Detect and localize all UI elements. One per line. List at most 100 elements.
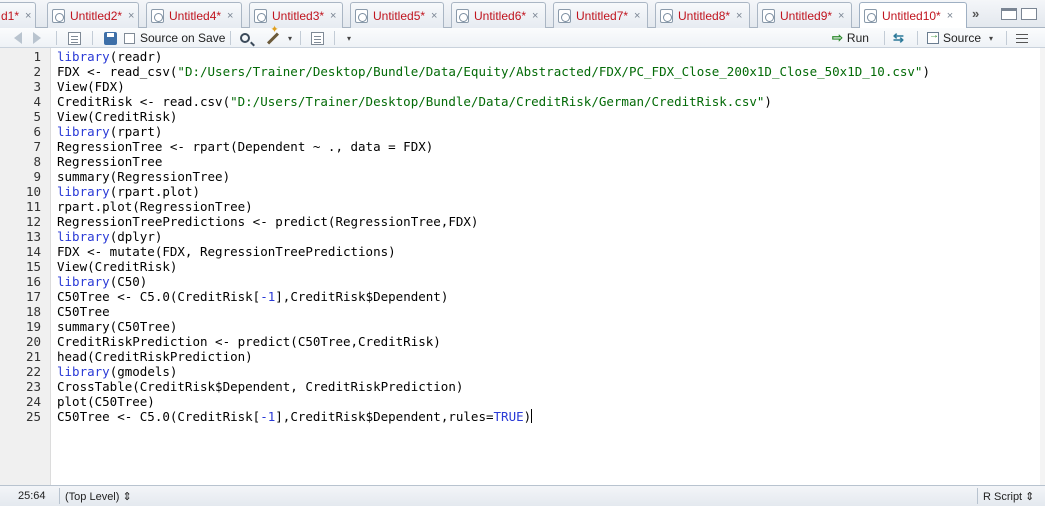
line-number: 10 (25, 184, 41, 199)
chevron-down-icon[interactable]: ▾ (989, 34, 993, 43)
code-token: C50Tree <- C5.0(CreditRisk[ (57, 409, 261, 424)
r-script-icon (151, 8, 164, 23)
r-script-icon (864, 9, 877, 23)
close-tab-icon[interactable]: × (634, 10, 640, 22)
code-line[interactable]: FDX <- mutate(FDX, RegressionTreePredict… (57, 244, 396, 259)
maximize-pane-icon[interactable] (1021, 8, 1037, 20)
editor-tab[interactable]: Untitled10* × (859, 2, 967, 29)
code-line[interactable]: RegressionTree (57, 154, 162, 169)
editor-tab[interactable]: Untitled4* × (146, 2, 242, 28)
close-tab-icon[interactable]: × (431, 10, 437, 22)
minimize-pane-icon[interactable] (1001, 8, 1017, 20)
close-tab-icon[interactable]: × (838, 10, 844, 22)
tab-label: Untitled7* (576, 8, 629, 23)
editor-status-bar: 25:64 (Top Level) ⇕ R Script ⇕ (0, 485, 1045, 506)
code-token: View(CreditRisk) (57, 109, 178, 124)
find-replace-search-icon[interactable] (240, 30, 250, 46)
code-token: ],CreditRisk$Dependent,rules= (275, 409, 494, 424)
cursor-position: 25:64 (18, 490, 46, 502)
editor-tab[interactable]: Untitled5* × (350, 2, 444, 28)
rerun-icon: ⇆ (893, 30, 904, 45)
code-token: plot(C50Tree) (57, 394, 155, 409)
code-editor[interactable]: 1 library(readr) 2 FDX <- read_csv("D:/User… (0, 48, 1045, 485)
code-token: ) (523, 409, 532, 424)
forward-arrow-icon[interactable] (33, 30, 41, 46)
keyword-token: library (57, 229, 110, 244)
editor-toolbar: Source on Save ▾ ▾ ⇨ Run ⇆ Source ▾ (0, 28, 1045, 48)
code-line[interactable]: RegressionTreePredictions <- predict(Reg… (57, 214, 478, 229)
compile-report-icon[interactable] (311, 30, 324, 46)
close-tab-icon[interactable]: × (128, 10, 134, 22)
editor-tab[interactable]: Untitled3* × (249, 2, 343, 28)
save-icon[interactable] (104, 30, 117, 46)
close-tab-icon[interactable]: × (227, 10, 233, 22)
editor-tab[interactable]: Untitled8* × (655, 2, 750, 28)
pane-window-controls (1001, 8, 1037, 20)
line-number: 3 (33, 79, 41, 94)
keyword-token: library (57, 184, 110, 199)
chevron-down-icon: ▾ (288, 33, 293, 43)
tab-overflow-icon[interactable]: » (972, 6, 979, 21)
checkbox-box[interactable] (124, 32, 135, 44)
close-tab-icon[interactable]: × (947, 10, 953, 22)
line-number: 2 (33, 64, 41, 79)
editor-tab[interactable]: Untitled2* × (47, 2, 139, 28)
close-tab-icon[interactable]: × (330, 10, 336, 22)
line-number: 6 (33, 124, 41, 139)
code-line[interactable]: CrossTable(CreditRisk$Dependent, CreditR… (57, 379, 463, 394)
code-token: RegressionTree (57, 154, 163, 169)
back-arrow-icon[interactable] (14, 30, 22, 46)
code-line[interactable]: rpart.plot(RegressionTree) (57, 199, 253, 214)
code-line[interactable]: summary(C50Tree) (57, 319, 177, 334)
editor-tab[interactable]: d1* × (0, 2, 36, 28)
line-number: 14 (25, 244, 41, 259)
code-line[interactable]: C50Tree <- C5.0(CreditRisk[-1],CreditRis… (57, 409, 533, 424)
outline-menu-icon[interactable] (1016, 30, 1028, 46)
tab-label: Untitled4* (169, 8, 222, 23)
code-line[interactable]: FDX <- read_csv("D:/Users/Trainer/Deskto… (57, 64, 930, 79)
code-line[interactable]: RegressionTree <- rpart(Dependent ~ ., d… (57, 139, 433, 154)
line-number: 21 (25, 349, 41, 364)
source-button[interactable]: Source ▾ (927, 30, 993, 46)
code-line[interactable]: CreditRiskPrediction <- predict(C50Tree,… (57, 334, 441, 349)
constant-token: -1 (260, 409, 276, 424)
line-number: 16 (25, 274, 41, 289)
close-tab-icon[interactable]: × (736, 10, 742, 22)
code-line[interactable]: head(CreditRiskPrediction) (57, 349, 253, 364)
tab-label: Untitled3* (272, 8, 325, 23)
scope-selector[interactable]: (Top Level) ⇕ (65, 490, 132, 503)
code-line[interactable]: CreditRisk <- read.csv("D:/Users/Trainer… (57, 94, 772, 109)
more-options-chevron-down-icon[interactable]: ▾ (344, 30, 351, 46)
tab-label: d1* (1, 8, 20, 23)
editor-tab[interactable]: Untitled6* × (451, 2, 546, 28)
code-tools-wand-icon[interactable]: ▾ (266, 30, 292, 46)
code-line[interactable]: View(CreditRisk) (57, 259, 177, 274)
code-line[interactable]: library(readr) (57, 49, 162, 64)
code-line[interactable]: C50Tree <- C5.0(CreditRisk[-1],CreditRis… (57, 289, 448, 304)
code-line[interactable]: plot(C50Tree) (57, 394, 155, 409)
vertical-scrollbar[interactable] (1040, 48, 1045, 485)
line-number: 9 (33, 169, 41, 184)
code-line[interactable]: C50Tree (57, 304, 110, 319)
run-button[interactable]: ⇨ Run (832, 30, 869, 46)
code-line[interactable]: library(rpart.plot) (57, 184, 200, 199)
editor-tab[interactable]: Untitled9* × (757, 2, 852, 28)
code-line[interactable]: View(FDX) (57, 79, 125, 94)
show-in-window-icon[interactable] (68, 30, 81, 46)
code-line[interactable]: library(gmodels) (57, 364, 177, 379)
close-tab-icon[interactable]: × (25, 10, 31, 22)
rerun-button[interactable]: ⇆ (893, 30, 904, 46)
code-line[interactable]: library(rpart) (57, 124, 162, 139)
code-line[interactable]: summary(RegressionTree) (57, 169, 230, 184)
r-script-icon (762, 8, 775, 23)
code-line[interactable]: library(C50) (57, 274, 147, 289)
file-type-selector[interactable]: R Script ⇕ (983, 490, 1034, 503)
string-token: "D:/Users/Trainer/Desktop/Bundle/Data/Eq… (177, 64, 923, 79)
code-line[interactable]: View(CreditRisk) (57, 109, 177, 124)
code-token: (gmodels) (109, 364, 178, 379)
source-on-save-checkbox[interactable]: Source on Save (124, 30, 225, 46)
code-token: View(FDX) (57, 79, 125, 94)
code-line[interactable]: library(dplyr) (57, 229, 162, 244)
editor-tab[interactable]: Untitled7* × (553, 2, 648, 28)
close-tab-icon[interactable]: × (532, 10, 538, 22)
